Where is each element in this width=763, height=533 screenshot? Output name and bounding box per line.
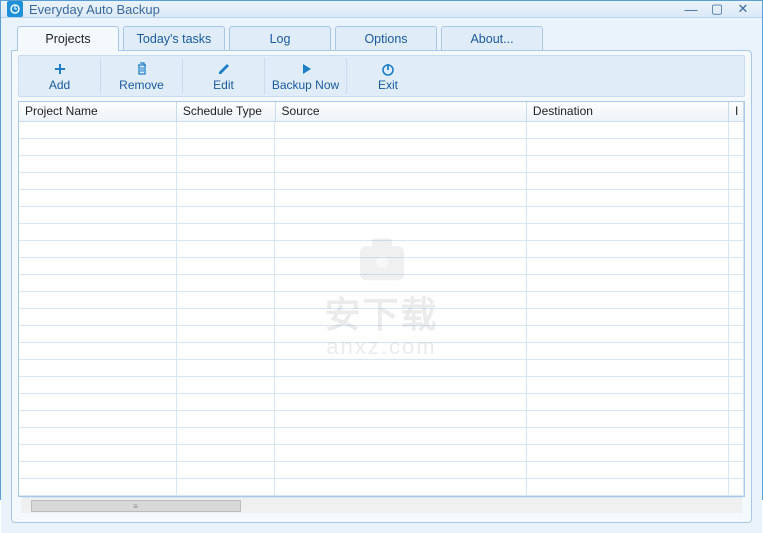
table-row[interactable] [19, 190, 744, 207]
app-icon [7, 1, 23, 17]
table-row[interactable] [19, 360, 744, 377]
edit-label: Edit [183, 78, 264, 92]
col-extra[interactable]: I [729, 102, 744, 121]
table-header: Project Name Schedule Type Source Destin… [19, 102, 744, 122]
table-row[interactable] [19, 309, 744, 326]
table-row[interactable] [19, 258, 744, 275]
tab-options[interactable]: Options [335, 26, 437, 51]
table-row[interactable] [19, 343, 744, 360]
col-project-name[interactable]: Project Name [19, 102, 177, 121]
backup-now-label: Backup Now [265, 78, 346, 92]
col-source[interactable]: Source [276, 102, 527, 121]
col-schedule-type[interactable]: Schedule Type [177, 102, 276, 121]
table-row[interactable] [19, 411, 744, 428]
add-button[interactable]: Add [19, 58, 101, 94]
table-row[interactable] [19, 275, 744, 292]
tab-about[interactable]: About... [441, 26, 543, 51]
table-row[interactable] [19, 428, 744, 445]
play-icon [265, 60, 346, 78]
projects-table: Project Name Schedule Type Source Destin… [18, 101, 745, 497]
content-area: Projects Today's tasks Log Options About… [1, 18, 762, 533]
table-row[interactable] [19, 224, 744, 241]
minimize-button[interactable]: — [678, 1, 704, 17]
table-row[interactable] [19, 156, 744, 173]
col-destination[interactable]: Destination [527, 102, 729, 121]
remove-button[interactable]: Remove [101, 58, 183, 94]
horizontal-scrollbar[interactable]: ≡ [21, 497, 742, 513]
table-row[interactable] [19, 462, 744, 479]
table-row[interactable] [19, 241, 744, 258]
maximize-button[interactable]: ▢ [704, 1, 730, 17]
window-title: Everyday Auto Backup [29, 2, 160, 17]
scrollbar-thumb[interactable]: ≡ [31, 500, 241, 512]
table-row[interactable] [19, 326, 744, 343]
exit-button[interactable]: Exit [347, 58, 429, 94]
exit-label: Exit [347, 78, 429, 92]
remove-label: Remove [101, 78, 182, 92]
table-row[interactable] [19, 292, 744, 309]
table-row[interactable] [19, 207, 744, 224]
trash-icon [101, 60, 182, 78]
edit-button[interactable]: Edit [183, 58, 265, 94]
backup-now-button[interactable]: Backup Now [265, 58, 347, 94]
table-row[interactable] [19, 122, 744, 139]
pencil-icon [183, 60, 264, 78]
table-row[interactable] [19, 377, 744, 394]
table-row[interactable] [19, 139, 744, 156]
titlebar: Everyday Auto Backup — ▢ ✕ [1, 1, 762, 18]
close-button[interactable]: ✕ [730, 1, 756, 17]
tab-strip: Projects Today's tasks Log Options About… [17, 26, 752, 51]
tab-log[interactable]: Log [229, 26, 331, 51]
table-body[interactable]: 安下载 anxz.com [19, 122, 744, 496]
table-row[interactable] [19, 394, 744, 411]
tab-projects[interactable]: Projects [17, 26, 119, 51]
plus-icon [19, 60, 100, 78]
toolbar: Add Remove Edit Backup Now [18, 55, 745, 97]
power-icon [347, 60, 429, 78]
table-row[interactable] [19, 445, 744, 462]
tab-todays-tasks[interactable]: Today's tasks [123, 26, 225, 51]
table-row[interactable] [19, 173, 744, 190]
projects-panel: Add Remove Edit Backup Now [11, 50, 752, 523]
table-row[interactable] [19, 479, 744, 496]
add-label: Add [19, 78, 100, 92]
